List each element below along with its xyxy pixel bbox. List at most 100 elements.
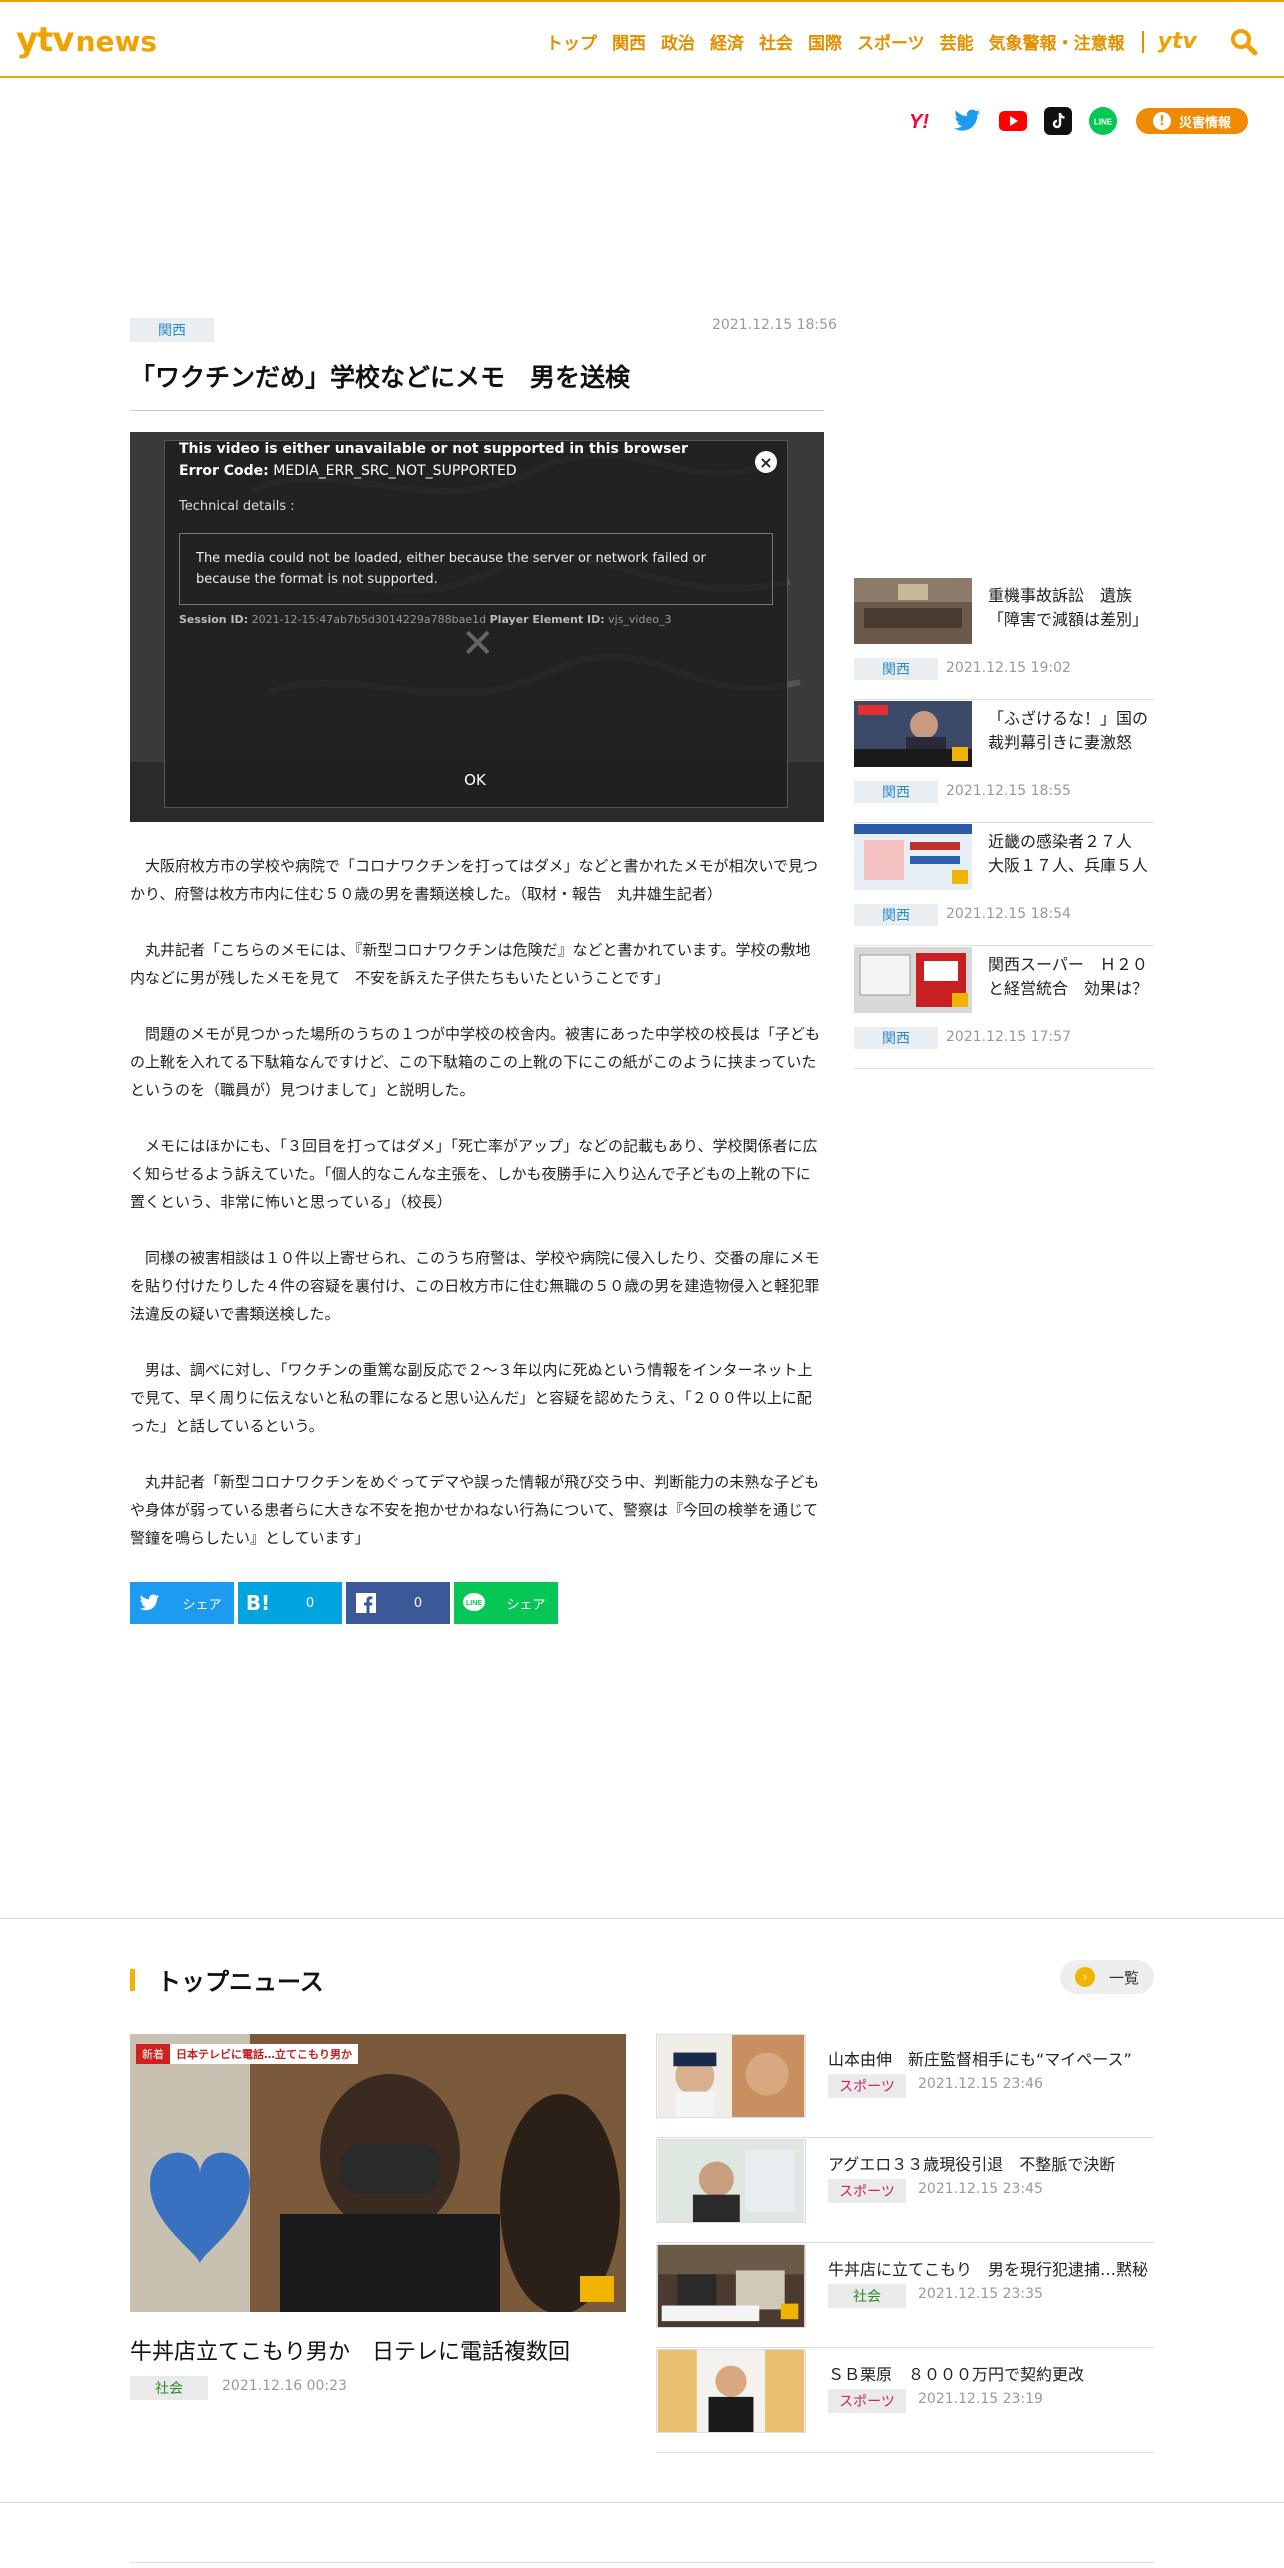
sidebar-news-title: 関西スーパー Ｈ２０と経営統合 効果は？ (988, 955, 1149, 998)
search-icon[interactable] (1230, 28, 1258, 56)
video-error-title: This video is either unavailable or not … (179, 441, 688, 457)
facebook-icon (346, 1593, 386, 1613)
top-news-tag[interactable]: 社会 (828, 2284, 906, 2308)
top-news-tag[interactable]: スポーツ (828, 2179, 906, 2203)
line-share-button[interactable]: LINE シェア (454, 1582, 558, 1624)
svg-text:Y!: Y! (909, 111, 929, 133)
sidebar-news-title: 重機事故訴訟 遺族「障害で減額は差別」 (988, 586, 1149, 629)
top-news-item[interactable]: 山本由伸 新庄監督相手にも“マイペース” スポーツ 2021.12.15 23:… (656, 2034, 1154, 2138)
new-badge: 新着 (136, 2044, 170, 2064)
nav-politics[interactable]: 政治 (661, 29, 695, 54)
article-paragraph: 大阪府枚方市の学校や病院で「コロナワクチンを打ってはダメ」などと書かれたメモが相… (130, 857, 819, 903)
sidebar-news-tag[interactable]: 関西 (854, 1027, 938, 1049)
sidebar-news-item[interactable]: 「ふざけるな！」国の裁判幕引きに妻激怒 関西 2021.12.15 18:55 (854, 701, 1154, 823)
twitter-share-label: シェア (182, 1597, 222, 1613)
video-error-dialog: This video is either unavailable or not … (164, 440, 788, 808)
nav-kansai[interactable]: 関西 (612, 29, 646, 54)
video-player[interactable]: This video is either unavailable or not … (130, 432, 824, 822)
top-news-list-label: 一覧 (1108, 1968, 1139, 1987)
hatena-icon: B! (245, 1591, 271, 1615)
news-thumbnail (656, 2244, 806, 2328)
yahoo-icon[interactable]: Y! (908, 106, 938, 136)
news-thumbnail (656, 2349, 806, 2433)
nav-international[interactable]: 国際 (808, 29, 842, 54)
sidebar-news-item[interactable]: 近畿の感染者２７人 大阪１７人、兵庫５人 関西 2021.12.15 18:54 (854, 824, 1154, 946)
hatena-bookmark-button[interactable]: B! 0 (238, 1582, 342, 1624)
video-unavailable-x-icon: ✕ (461, 621, 495, 667)
ytv-home-link[interactable]: ytv (1158, 29, 1197, 54)
youtube-icon[interactable] (998, 106, 1028, 136)
social-links: Y! LINE ! 災害情報 (908, 106, 1248, 136)
twitter-share-button[interactable]: シェア (130, 1582, 234, 1624)
nav-weather-warnings[interactable]: 気象警報・注意報 (989, 29, 1125, 54)
top-news-tag[interactable]: スポーツ (828, 2389, 906, 2413)
news-thumbnail (854, 947, 972, 1013)
article-paragraph: 同様の被害相談は１０件以上寄せられ、このうち府警は、学校や病院に侵入したり、交番… (130, 1249, 820, 1323)
top-news-item[interactable]: ＳＢ栗原 ８０００万円で契約更改 スポーツ 2021.12.15 23:19 (656, 2349, 1154, 2453)
top-news-title: アグエロ３３歳現役引退 不整脈で決断 (828, 2155, 1116, 2174)
player-id-label: Player Element ID: (489, 613, 605, 626)
main-news-tag[interactable]: 社会 (130, 2376, 208, 2400)
video-error-code: Error Code: MEDIA_ERR_SRC_NOT_SUPPORTED (179, 463, 517, 479)
share-buttons: シェア B! 0 0 LINE シェア (130, 1582, 562, 1624)
sidebar-news-item[interactable]: 関西スーパー Ｈ２０と経営統合 効果は？ 関西 2021.12.15 17:57 (854, 947, 1154, 1069)
session-id-value: 2021-12-15:47ab7b5d3014229a788bae1d (251, 613, 487, 626)
sidebar-news-item[interactable]: 重機事故訴訟 遺族「障害で減額は差別」 関西 2021.12.15 19:02 (854, 578, 1154, 700)
sidebar-news-date: 2021.12.15 17:57 (946, 1029, 1071, 1045)
logo-news: news (75, 25, 158, 58)
disaster-info-button[interactable]: ! 災害情報 (1136, 108, 1248, 134)
nav-entertainment[interactable]: 芸能 (940, 29, 974, 54)
close-icon[interactable]: × (755, 451, 777, 473)
nav-sports[interactable]: スポーツ (857, 29, 925, 54)
sidebar-news-tag[interactable]: 関西 (854, 658, 938, 680)
nav-top[interactable]: トップ (546, 29, 597, 54)
top-news-tag[interactable]: スポーツ (828, 2074, 906, 2098)
top-news-date: 2021.12.15 23:35 (918, 2286, 1043, 2302)
article-body: 大阪府枚方市の学校や病院で「コロナワクチンを打ってはダメ」などと書かれたメモが相… (130, 852, 824, 1580)
main-news-title[interactable]: 牛丼店立てこもり男か 日テレに電話複数回 (130, 2334, 570, 2366)
top-news-title: 山本由伸 新庄監督相手にも“マイペース” (828, 2050, 1132, 2069)
twitter-icon (130, 1594, 170, 1612)
sidebar-news-tag[interactable]: 関西 (854, 781, 938, 803)
top-news-title: ＳＢ栗原 ８０００万円で契約更改 (828, 2365, 1085, 2384)
top-news-header: トップニュース (130, 1962, 324, 1997)
news-thumbnail (854, 701, 972, 767)
sidebar-news-tag[interactable]: 関西 (854, 904, 938, 926)
sidebar-news-title: 近畿の感染者２７人 大阪１７人、兵庫５人 (988, 832, 1149, 875)
error-code-value: MEDIA_ERR_SRC_NOT_SUPPORTED (273, 463, 517, 479)
main-news-thumbnail[interactable]: 新着 日本テレビに電話…立てこもり男か (130, 2034, 626, 2312)
article-paragraph: メモにはほかにも、「３回目を打ってはダメ」「死亡率がアップ」などの記載もあり、学… (130, 1137, 818, 1211)
technical-details-label: Technical details : (179, 499, 295, 514)
nav-economy[interactable]: 経済 (710, 29, 744, 54)
heading-accent-bar (130, 1968, 135, 1991)
top-news-item[interactable]: 牛丼店に立てこもり 男を現行犯逮捕…黙秘 社会 2021.12.15 23:35 (656, 2244, 1154, 2348)
news-thumbnail (854, 578, 972, 644)
thumb-caption-bar: 新着 日本テレビに電話…立てこもり男か (136, 2044, 358, 2064)
main-nav: トップ 関西 政治 経済 社会 国際 スポーツ 芸能 気象警報・注意報 ytv (546, 29, 1219, 54)
video-error-message: The media could not be loaded, either be… (179, 533, 773, 605)
top-news-date: 2021.12.15 23:46 (918, 2076, 1043, 2092)
news-thumbnail (656, 2034, 806, 2118)
alert-icon: ! (1152, 112, 1171, 130)
hatena-count: 0 (305, 1595, 315, 1611)
top-news-date: 2021.12.15 23:19 (918, 2391, 1043, 2407)
top-news-item[interactable]: アグエロ３３歳現役引退 不整脈で決断 スポーツ 2021.12.15 23:45 (656, 2139, 1154, 2243)
article-paragraph: 問題のメモが見つかった場所のうちの１つが中学校の校舎内。被害にあった中学校の校長… (130, 1025, 821, 1099)
title-divider (130, 410, 824, 411)
line-share-label: シェア (506, 1597, 546, 1613)
top-news-heading: トップニュース (157, 1968, 324, 1996)
footer-divider (0, 2502, 1284, 2503)
nav-divider (1141, 30, 1144, 53)
line-icon[interactable]: LINE (1088, 106, 1118, 136)
news-thumbnail (656, 2139, 806, 2223)
video-error-ok-button[interactable]: OK (435, 771, 515, 789)
article-category-tag[interactable]: 関西 (130, 318, 214, 342)
ytv-news-logo[interactable]: ytv news (16, 20, 157, 60)
chevron-right-icon: › (1074, 1967, 1095, 1987)
twitter-icon[interactable] (953, 106, 983, 136)
top-news-list-button[interactable]: › 一覧 (1060, 1960, 1154, 1994)
nav-society[interactable]: 社会 (759, 29, 793, 54)
facebook-share-button[interactable]: 0 (346, 1582, 450, 1624)
line-icon: LINE (454, 1592, 494, 1614)
tiktok-icon[interactable] (1043, 106, 1073, 136)
